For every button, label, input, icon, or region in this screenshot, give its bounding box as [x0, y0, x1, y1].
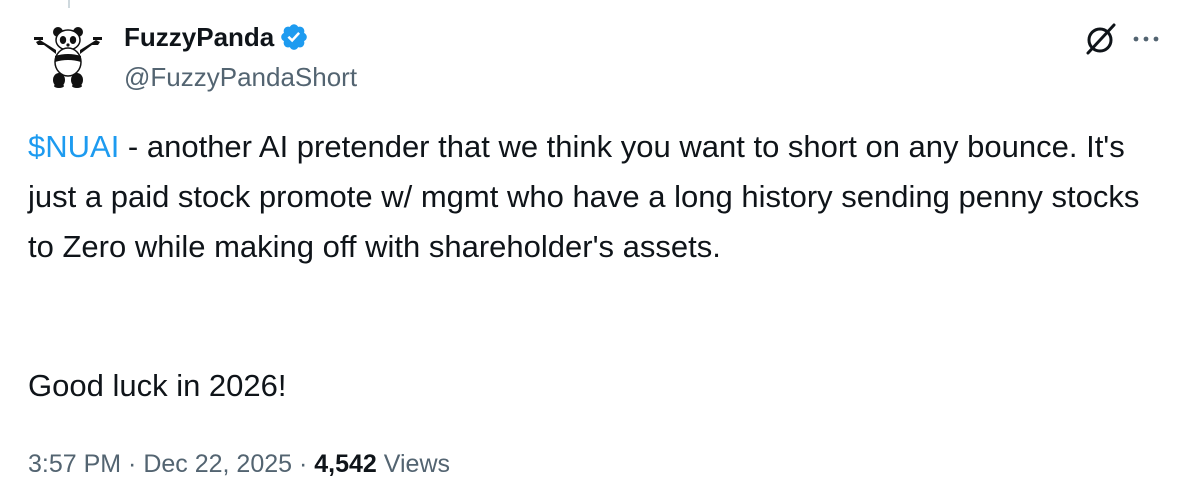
author-handle[interactable]: @FuzzyPandaShort — [124, 62, 357, 93]
tweet-header: FuzzyPanda @FuzzyPandaShort — [28, 14, 1164, 94]
panda-avatar-icon — [34, 27, 102, 88]
tweet-text: $NUAI - another AI pretender that we thi… — [28, 122, 1148, 272]
tweet-metadata: 3:57 PM · Dec 22, 2025 · 4,542 Views — [28, 446, 450, 482]
cashtag-link[interactable]: $NUAI — [28, 129, 119, 164]
meta-separator: · — [121, 450, 144, 478]
more-icon[interactable] — [1128, 21, 1164, 57]
views-label: Views — [376, 450, 451, 478]
meta-separator: · — [292, 450, 315, 478]
views-count: 4,542 — [314, 450, 377, 478]
grok-icon[interactable] — [1082, 20, 1120, 58]
author-identity: FuzzyPanda @FuzzyPandaShort — [124, 20, 357, 93]
verified-badge-icon[interactable] — [279, 22, 309, 52]
tweet-text-closing: Good luck in 2026! — [28, 368, 287, 403]
tweet-date[interactable]: Dec 22, 2025 — [143, 450, 292, 478]
tweet-time[interactable]: 3:57 PM — [28, 450, 121, 478]
avatar[interactable] — [32, 18, 104, 90]
name-row: FuzzyPanda — [124, 20, 357, 54]
tweet-text-body: - another AI pretender that we think you… — [28, 129, 1149, 264]
tweet-actions-top — [1082, 20, 1164, 58]
author-display-name[interactable]: FuzzyPanda — [124, 22, 274, 53]
thread-connector-line — [68, 0, 70, 8]
